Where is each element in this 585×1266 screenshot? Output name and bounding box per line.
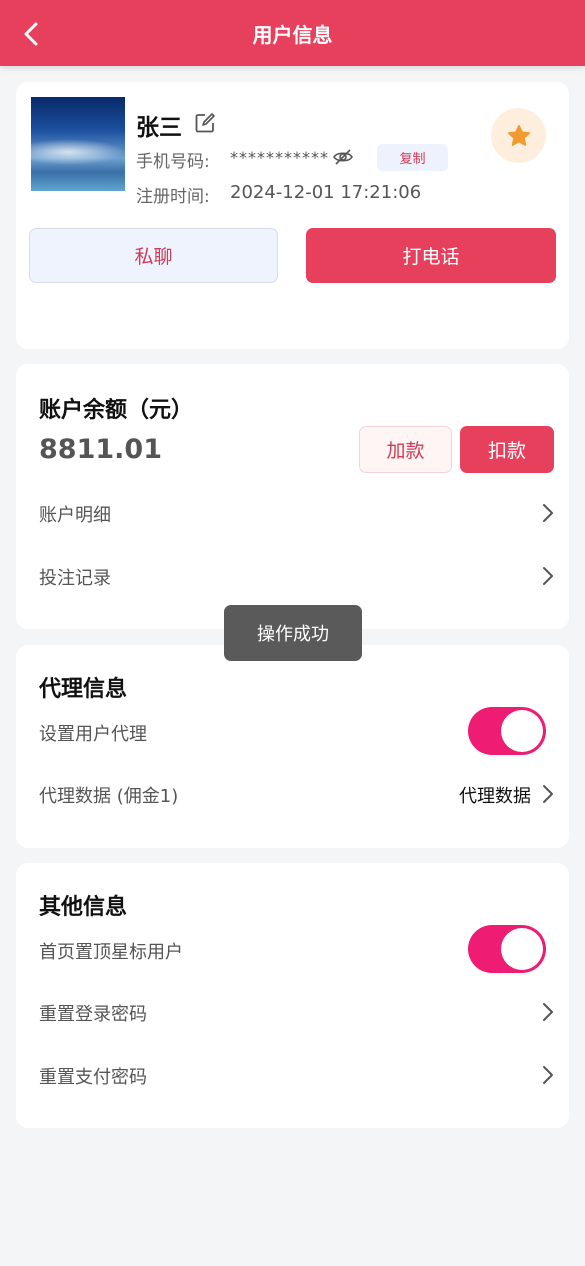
- reset-login-password-label: 重置登录密码: [39, 1004, 147, 1025]
- reset-pay-password-label: 重置支付密码: [39, 1067, 147, 1088]
- app-header: 用户信息: [0, 0, 585, 66]
- other-card: 其他信息 首页置顶星标用户 重置登录密码 重置支付密码: [16, 863, 569, 1128]
- register-time-value: 2024-12-01 17:21:06: [230, 182, 422, 203]
- star-icon: [507, 124, 530, 146]
- account-title: 账户余额（元）: [39, 398, 194, 423]
- chevron-right-icon: [543, 504, 553, 522]
- call-button[interactable]: 打电话: [306, 228, 556, 283]
- add-funds-button[interactable]: 加款: [359, 426, 452, 473]
- edit-icon[interactable]: [194, 112, 216, 134]
- register-time-label: 注册时间:: [136, 187, 210, 207]
- star-top-toggle[interactable]: [468, 925, 546, 973]
- reset-pay-password-row[interactable]: 重置支付密码: [16, 1050, 569, 1100]
- back-button[interactable]: [14, 17, 48, 51]
- profile-card: 张三 手机号码: *********** 复制 注册时间: 2024-12-01…: [16, 82, 569, 349]
- page-title: 用户信息: [252, 22, 333, 47]
- set-agent-label: 设置用户代理: [39, 724, 147, 745]
- chevron-left-icon: [24, 22, 38, 46]
- account-balance: 8811.01: [39, 434, 162, 465]
- deduct-funds-button[interactable]: 扣款: [460, 426, 554, 473]
- chevron-right-icon: [543, 1003, 553, 1021]
- user-name: 张三: [136, 115, 182, 141]
- account-card: 账户余额（元） 8811.01 加款 扣款 账户明细 投注记录: [16, 364, 569, 629]
- eye-off-icon[interactable]: [332, 146, 354, 168]
- phone-label: 手机号码:: [136, 152, 210, 172]
- agent-card: 代理信息 设置用户代理 代理数据 (佣金1) 代理数据: [16, 645, 569, 848]
- toast-message: 操作成功: [224, 605, 362, 661]
- agent-data-label: 代理数据 (佣金1): [39, 786, 179, 807]
- reset-login-password-row[interactable]: 重置登录密码: [16, 987, 569, 1037]
- account-detail-row[interactable]: 账户明细: [16, 488, 569, 538]
- account-detail-label: 账户明细: [39, 505, 111, 526]
- phone-value: ***********: [230, 148, 329, 167]
- private-chat-button[interactable]: 私聊: [29, 228, 278, 283]
- agent-data-row[interactable]: 代理数据 (佣金1) 代理数据: [16, 769, 569, 819]
- star-button[interactable]: [491, 108, 546, 163]
- chevron-right-icon: [543, 567, 553, 585]
- agent-data-value: 代理数据: [459, 786, 531, 807]
- copy-button[interactable]: 复制: [377, 144, 448, 171]
- avatar[interactable]: [31, 97, 125, 191]
- bet-records-label: 投注记录: [39, 568, 111, 589]
- set-agent-toggle[interactable]: [468, 707, 546, 755]
- bet-records-row[interactable]: 投注记录: [16, 551, 569, 601]
- chevron-right-icon: [543, 785, 553, 803]
- star-top-label: 首页置顶星标用户: [39, 942, 183, 963]
- other-title: 其他信息: [39, 895, 128, 920]
- agent-title: 代理信息: [39, 677, 128, 702]
- chevron-right-icon: [543, 1066, 553, 1084]
